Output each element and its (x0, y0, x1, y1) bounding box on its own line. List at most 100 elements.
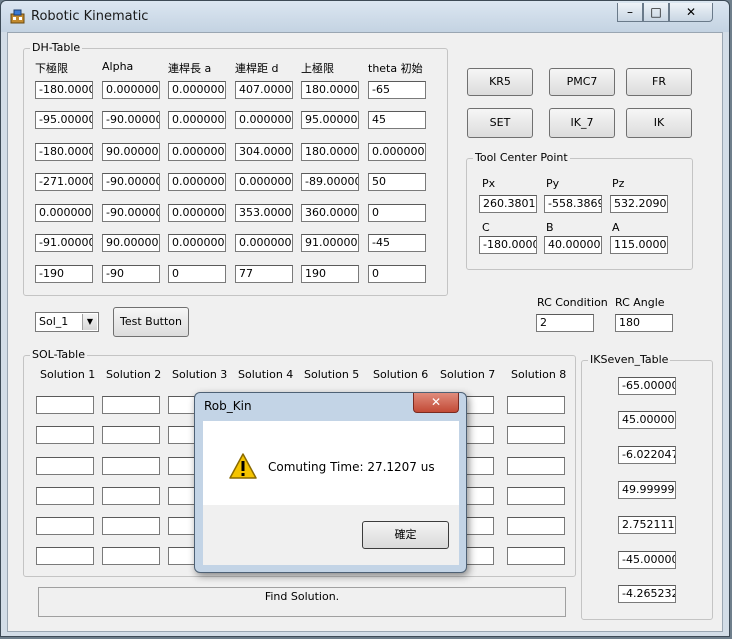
robot-app-icon (10, 9, 25, 24)
sol-cell-field[interactable] (102, 517, 160, 535)
sol-cell-field[interactable] (102, 487, 160, 505)
dh-cell-field[interactable]: 0.000000 (168, 173, 226, 191)
dh-cell-field[interactable]: -271.00000 (35, 173, 93, 191)
sol-cell-field[interactable] (36, 426, 94, 444)
sol-cell-field[interactable] (102, 457, 160, 475)
ikseven-field[interactable]: 2.7521110 (618, 516, 676, 534)
sol-cell-field[interactable] (507, 487, 565, 505)
dh-cell-field[interactable]: 50 (368, 173, 426, 191)
dh-cell-field[interactable]: 407.000000 (235, 81, 293, 99)
sol-header-3: Solution 3 (172, 368, 228, 381)
sol-header-6: Solution 6 (373, 368, 429, 381)
dh-cell-field[interactable]: -180.00000 (35, 143, 93, 161)
set-button[interactable]: SET (467, 108, 533, 138)
dh-cell-field[interactable]: 0.000000 (368, 143, 426, 161)
main-window: Robotic Kinematic – □ ✕ DH-Table 下極限 Alph… (0, 0, 730, 637)
sol-cell-field[interactable] (507, 396, 565, 414)
dh-cell-field[interactable]: 0.000000 (168, 234, 226, 252)
ikseven-field[interactable]: -4.2652322 (618, 585, 676, 603)
dh-cell-field[interactable]: 360.000000 (301, 204, 359, 222)
sol-cell-field[interactable] (507, 457, 565, 475)
dh-cell-field[interactable]: 0.000000 (168, 111, 226, 129)
dh-cell-field[interactable]: 190 (301, 265, 359, 283)
ik-button[interactable]: IK (626, 108, 692, 138)
dh-cell-field[interactable]: 180.000000 (301, 143, 359, 161)
dh-cell-field[interactable]: 353.000000 (235, 204, 293, 222)
ikseven-field[interactable]: -6.0220472 (618, 446, 676, 464)
dh-cell-field[interactable]: 0.000000 (35, 204, 93, 222)
dh-cell-field[interactable]: 180.000000 (301, 81, 359, 99)
b-field[interactable]: 40.000000 (544, 236, 602, 254)
dh-cell-field[interactable]: 304.000000 (235, 143, 293, 161)
sol-cell-field[interactable] (102, 547, 160, 565)
dh-cell-field[interactable]: 95.000000 (301, 111, 359, 129)
sol-cell-field[interactable] (36, 517, 94, 535)
dh-cell-field[interactable]: 0 (168, 265, 226, 283)
ikseven-field[interactable]: -65.000000 (618, 377, 676, 395)
sol-cell-field[interactable] (36, 396, 94, 414)
py-field[interactable]: -558.38695 (544, 195, 602, 213)
dh-cell-field[interactable]: 77 (235, 265, 293, 283)
dh-cell-field[interactable]: 0.000000 (235, 234, 293, 252)
dh-cell-field[interactable]: 0.000000 (235, 111, 293, 129)
ikseven-field[interactable]: 45.000000 (618, 411, 676, 429)
dialog-title: Rob_Kin (204, 399, 252, 413)
dh-cell-field[interactable]: 0.000000 (168, 81, 226, 99)
a-field[interactable]: 115.000000 (610, 236, 668, 254)
sol-header-2: Solution 2 (106, 368, 162, 381)
dh-cell-field[interactable]: 90.000000 (102, 143, 160, 161)
dh-cell-field[interactable]: -89.000000 (301, 173, 359, 191)
dh-cell-field[interactable]: 0 (368, 265, 426, 283)
dh-cell-field[interactable]: 0.000000 (102, 81, 160, 99)
dh-cell-field[interactable]: -90.000000 (102, 111, 160, 129)
pmc7-button[interactable]: PMC7 (549, 68, 615, 96)
c-label: C (482, 221, 490, 234)
ikseven-field[interactable]: 49.999999 (618, 481, 676, 499)
dh-cell-field[interactable]: 0.000000 (168, 143, 226, 161)
dh-cell-field[interactable]: -65 (368, 81, 426, 99)
solution-select-value: Sol_1 (39, 315, 69, 328)
rc-condition-field[interactable]: 2 (536, 314, 594, 332)
dh-cell-field[interactable]: -90 (102, 265, 160, 283)
dh-cell-field[interactable]: -45 (368, 234, 426, 252)
kr5-button[interactable]: KR5 (467, 68, 533, 96)
dh-cell-field[interactable]: 45 (368, 111, 426, 129)
sol-cell-field[interactable] (36, 487, 94, 505)
ikseven-field[interactable]: -45.000000 (618, 551, 676, 569)
sol-cell-field[interactable] (102, 396, 160, 414)
minimize-button[interactable]: – (617, 3, 643, 22)
dh-cell-field[interactable]: 0.000000 (168, 204, 226, 222)
dh-cell-field[interactable]: 90.000000 (102, 234, 160, 252)
dh-cell-field[interactable]: -90.000000 (102, 173, 160, 191)
px-field[interactable]: 260.38011 (479, 195, 537, 213)
ok-button[interactable]: 確定 (362, 521, 449, 549)
dh-cell-field[interactable]: -95.000000 (35, 111, 93, 129)
chevron-down-icon[interactable]: ▼ (82, 314, 97, 330)
sol-cell-field[interactable] (36, 547, 94, 565)
dh-cell-field[interactable]: -90.000000 (102, 204, 160, 222)
sol-cell-field[interactable] (507, 547, 565, 565)
maximize-button[interactable]: □ (643, 3, 669, 22)
title-bar[interactable]: Robotic Kinematic – □ ✕ (1, 1, 729, 32)
dh-cell-field[interactable]: 0.000000 (235, 173, 293, 191)
rc-angle-field[interactable]: 180 (615, 314, 673, 332)
sol-cell-field[interactable] (36, 457, 94, 475)
c-field[interactable]: -180.00000 (479, 236, 537, 254)
dialog-close-button[interactable]: ✕ (413, 393, 459, 413)
sol-cell-field[interactable] (507, 426, 565, 444)
window-title: Robotic Kinematic (31, 9, 149, 24)
sol-table-legend: SOL-Table (30, 348, 87, 361)
dh-cell-field[interactable]: -190 (35, 265, 93, 283)
dh-cell-field[interactable]: 0 (368, 204, 426, 222)
dh-cell-field[interactable]: -91.000000 (35, 234, 93, 252)
fr-button[interactable]: FR (626, 68, 692, 96)
dh-cell-field[interactable]: 91.000000 (301, 234, 359, 252)
test-button[interactable]: Test Button (113, 307, 189, 337)
ik7-button[interactable]: IK_7 (549, 108, 615, 138)
sol-cell-field[interactable] (507, 517, 565, 535)
pz-field[interactable]: 532.20906 (610, 195, 668, 213)
solution-select[interactable]: Sol_1 ▼ (35, 312, 99, 332)
dh-cell-field[interactable]: -180.00000 (35, 81, 93, 99)
close-button[interactable]: ✕ (669, 3, 713, 22)
sol-cell-field[interactable] (102, 426, 160, 444)
